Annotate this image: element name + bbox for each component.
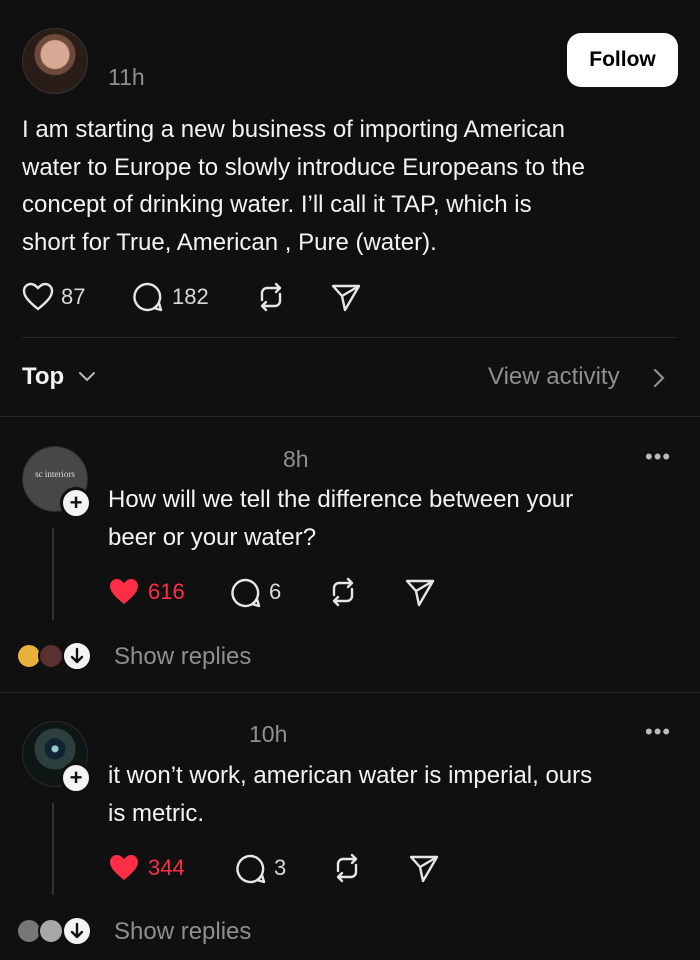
sort-label[interactable]: Top [22,363,64,391]
post-like-count: 87 [61,284,86,309]
reply-text-line: beer or your water? [108,523,317,551]
repost-icon[interactable] [327,577,359,607]
comment-icon[interactable] [132,281,164,313]
divider [22,337,678,338]
thread-line [52,528,54,620]
replier-avatar [38,918,64,944]
repost-icon[interactable] [331,853,363,883]
reply-like-count: 344 [148,855,185,880]
repost-icon[interactable] [255,282,287,312]
reply-text-line: How will we tell the difference between … [108,486,574,513]
heart-icon[interactable] [108,853,140,883]
arrow-down-icon[interactable] [62,916,92,946]
post-comment-count: 182 [172,284,209,309]
heart-icon[interactable] [108,577,140,607]
avatar-text: sc interiors [35,469,75,479]
replier-avatar [38,643,64,669]
chevron-down-icon[interactable] [78,370,96,384]
follow-button[interactable]: Follow [567,33,678,87]
show-replies-link[interactable]: Show replies [114,643,251,671]
post-text-line: concept of drinking water. I’ll call it … [22,191,532,218]
reply-time: 10h [249,721,288,747]
post-time: 11h [108,64,145,90]
comment-icon[interactable] [230,577,262,609]
plus-icon[interactable]: + [60,487,92,519]
divider [0,692,700,693]
reply-text: How will we tell the difference between … [108,481,573,556]
thread-line [52,803,54,895]
view-activity-link[interactable]: View activity [488,363,620,391]
reply-text-line: it won’t work, american water is imperia… [108,762,593,789]
more-icon[interactable]: ••• [645,719,671,745]
reply-text-line: is metric. [108,799,204,827]
reply-comment-count: 3 [274,855,287,880]
plus-icon[interactable]: + [60,762,92,794]
reply-comment-count: 6 [269,579,282,604]
post-text-line: I am starting a new business of importin… [22,116,565,143]
comment-icon[interactable] [235,853,267,885]
divider [0,416,700,417]
author-avatar[interactable] [22,28,88,94]
heart-icon[interactable] [22,282,54,312]
chevron-right-icon[interactable] [652,367,666,389]
reply-like-count: 616 [148,579,185,604]
share-icon[interactable] [408,853,440,883]
post-text-line: short for True, American , Pure (water). [22,228,437,256]
show-replies-link[interactable]: Show replies [114,918,251,946]
share-icon[interactable] [330,282,362,312]
share-icon[interactable] [404,577,436,607]
more-icon[interactable]: ••• [645,444,671,470]
post-text: I am starting a new business of importin… [22,111,585,261]
post-text-line: water to Europe to slowly introduce Euro… [22,153,585,181]
reply-time: 8h [283,446,309,472]
reply-text: it won’t work, american water is imperia… [108,757,592,832]
arrow-down-icon[interactable] [62,641,92,671]
